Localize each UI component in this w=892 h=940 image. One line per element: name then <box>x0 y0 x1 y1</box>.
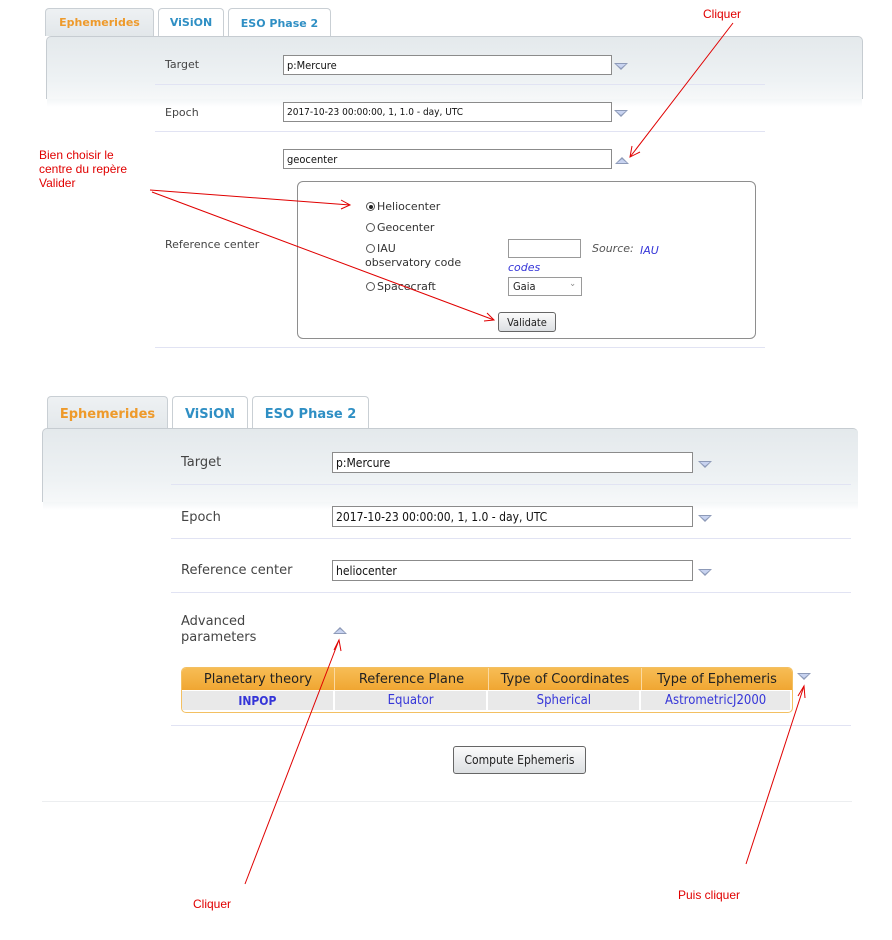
tab-eso-phase-2[interactable]: ESO Phase 2 <box>252 396 369 432</box>
tab-bar-2: Ephemerides ViSiON ESO Phase 2 <box>47 396 369 432</box>
chevron-down-icon: ⌄ <box>569 279 576 289</box>
type-of-ephemeris-value[interactable]: AstrometricJ2000 <box>641 691 790 710</box>
target-label: Target <box>181 455 222 470</box>
annotation-top-click: Cliquer <box>703 7 742 21</box>
table-row: INPOP Equator Spherical AstrometricJ2000 <box>182 690 792 712</box>
reference-center-label: Reference center <box>181 563 293 578</box>
epoch-label: Epoch <box>165 106 199 119</box>
annotation-line: centre du repère <box>39 162 128 176</box>
target-label: Target <box>165 58 200 71</box>
radio-button-checked[interactable] <box>366 202 375 211</box>
annotation-line: Valider <box>39 176 76 190</box>
divider <box>171 538 851 539</box>
column-header-planetary-theory: Planetary theory <box>182 668 335 690</box>
radio-label: Heliocenter <box>377 200 441 213</box>
annotation-then-click: Puis cliquer <box>678 888 741 902</box>
compute-ephemeris-button[interactable]: Compute Ephemeris <box>453 746 586 774</box>
advanced-parameters-collapse-icon[interactable] <box>333 627 347 634</box>
radio-button[interactable] <box>366 223 375 232</box>
column-header-type-of-ephemeris: Type of Ephemeris <box>657 671 777 687</box>
column-header-reference-plane: Reference Plane <box>335 668 489 690</box>
radio-label: Spacecraft <box>377 280 436 293</box>
divider <box>155 347 765 348</box>
spacecraft-selected-value: Gaia <box>513 280 536 293</box>
reference-center-collapse-icon[interactable] <box>615 157 629 164</box>
tab-bar-1: Ephemerides ViSiON ESO Phase 2 <box>45 8 331 37</box>
arrowhead <box>629 145 641 158</box>
reference-center-dropdown-icon[interactable] <box>698 569 712 576</box>
reference-center-input[interactable]: geocenter <box>283 149 612 169</box>
divider <box>155 84 765 85</box>
radio-iau-code[interactable]: IAU observatory code <box>365 242 486 270</box>
target-dropdown-icon[interactable] <box>614 63 628 70</box>
radio-label: IAU observatory code <box>365 242 462 269</box>
table-header-row: Planetary theory Reference Plane Type of… <box>182 668 792 690</box>
radio-geocenter[interactable]: Geocenter <box>366 221 434 234</box>
annotation-choose-center: Bien choisir le centre du repère Valider <box>39 148 127 190</box>
advanced-parameters-dropdown-icon[interactable] <box>797 673 811 680</box>
target-input[interactable]: p:Mercure <box>283 55 612 75</box>
epoch-input[interactable]: 2017-10-23 00:00:00, 1, 1.0 - day, UTC <box>283 102 612 122</box>
reference-plane-value[interactable]: Equator <box>334 691 487 710</box>
tab-ephemerides[interactable]: Ephemerides <box>47 396 168 432</box>
arrowhead <box>333 638 342 652</box>
validate-button[interactable]: Validate <box>498 312 556 332</box>
tab-ephemerides[interactable]: Ephemerides <box>45 8 154 36</box>
tab-vision[interactable]: ViSiON <box>172 396 248 432</box>
target-dropdown-icon[interactable] <box>698 461 712 468</box>
epoch-dropdown-icon[interactable] <box>614 110 628 117</box>
reference-center-popup: Heliocenter Geocenter IAU observatory co… <box>297 181 756 339</box>
column-header-type-of-coordinates: Type of Coordinates <box>489 668 642 690</box>
type-of-coordinates-value[interactable]: Spherical <box>488 691 640 710</box>
radio-button[interactable] <box>366 244 375 253</box>
advanced-parameters-table: Planetary theory Reference Plane Type of… <box>181 667 793 713</box>
divider <box>42 801 852 802</box>
epoch-input[interactable]: 2017-10-23 00:00:00, 1, 1.0 - day, UTC <box>332 506 693 527</box>
divider <box>171 592 851 593</box>
advanced-parameters-label: Advanced parameters <box>181 614 257 645</box>
epoch-label: Epoch <box>181 510 221 525</box>
reference-center-label: Reference center <box>165 238 260 251</box>
radio-button[interactable] <box>366 282 375 291</box>
planetary-theory-value[interactable]: INPOP <box>182 691 333 710</box>
reference-center-input[interactable]: heliocenter <box>332 560 693 581</box>
target-input[interactable]: p:Mercure <box>332 452 693 473</box>
epoch-dropdown-icon[interactable] <box>698 515 712 522</box>
tab-vision[interactable]: ViSiON <box>158 8 224 36</box>
arrowhead <box>797 684 806 699</box>
radio-spacecraft[interactable]: Spacecraft <box>366 280 436 293</box>
spacecraft-select[interactable]: Gaia ⌄ <box>508 277 582 296</box>
radio-label: Geocenter <box>377 221 435 234</box>
annotation-line: Bien choisir le <box>39 148 114 162</box>
annotation-bottom-click: Cliquer <box>193 897 232 911</box>
divider <box>155 131 765 132</box>
divider <box>171 484 851 485</box>
radio-heliocenter[interactable]: Heliocenter <box>366 200 440 213</box>
tab-eso-phase-2[interactable]: ESO Phase 2 <box>228 8 331 37</box>
divider <box>171 725 851 726</box>
iau-codes-link[interactable]: IAU codes <box>508 242 659 276</box>
